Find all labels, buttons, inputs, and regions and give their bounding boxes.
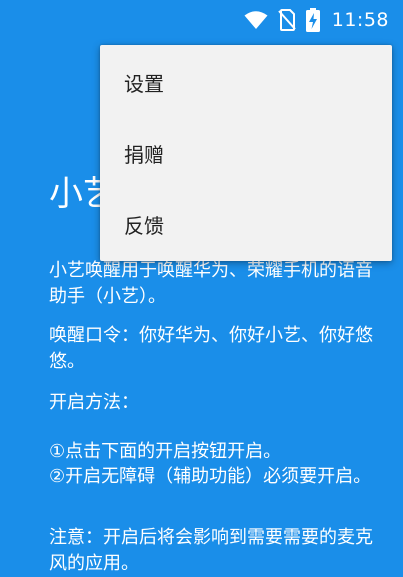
wifi-icon	[244, 10, 268, 30]
menu-item-label: 反馈	[124, 213, 164, 238]
note-text: 注意：开启后将会影响到需要需要的麦克风的应用。	[49, 527, 373, 574]
step-1-text: ①点击下面的开启按钮开启。	[49, 441, 282, 462]
menu-item-label: 捐赠	[124, 142, 164, 167]
menu-item-label: 设置	[124, 71, 164, 96]
battery-charging-icon	[305, 8, 320, 32]
menu-item-donate[interactable]: 捐赠	[100, 118, 392, 188]
wake-command-text: 唤醒口令：你好华为、你好小艺、你好悠悠。	[49, 325, 373, 372]
status-bar: 11:58	[0, 0, 403, 40]
menu-item-feedback[interactable]: 反馈	[100, 189, 392, 259]
method-title: 开启方法：	[49, 392, 139, 413]
step-2-text: ②开启无障碍（辅助功能）必须要开启。	[49, 466, 372, 487]
intro-text: 小艺唤醒用于唤醒华为、荣耀手机的语音助手（小艺）。	[49, 260, 373, 307]
status-time: 11:58	[331, 9, 389, 31]
no-sim-icon	[277, 9, 296, 31]
overflow-menu: 设置 捐赠 反馈	[100, 45, 392, 261]
menu-item-settings[interactable]: 设置	[100, 47, 392, 117]
